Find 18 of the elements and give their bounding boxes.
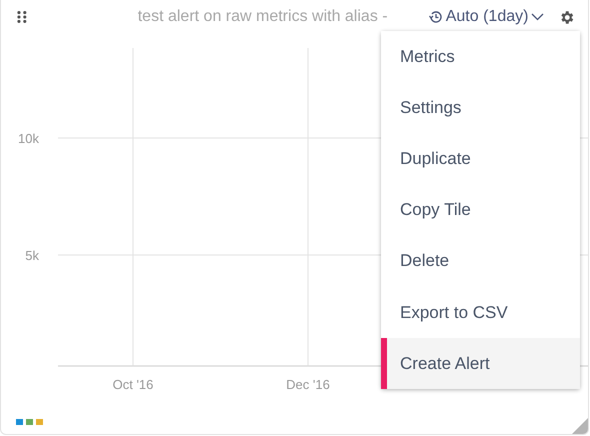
x-axis-label: Dec '16 <box>286 377 330 392</box>
resize-handle-icon[interactable] <box>572 418 588 434</box>
time-range-dropdown[interactable]: Auto (1day) <box>428 8 544 26</box>
menu-item[interactable]: Copy Tile <box>381 184 580 236</box>
y-axis-label: 5k <box>25 248 39 263</box>
x-axis-label: Oct '16 <box>112 377 154 392</box>
menu-item[interactable]: Export to CSV <box>381 286 580 338</box>
settings-icon[interactable] <box>559 8 576 26</box>
drag-handle-icon[interactable] <box>17 11 27 23</box>
tile-title: test alert on raw metrics with alias - <box>138 8 389 26</box>
menu-item[interactable]: Duplicate <box>381 133 580 185</box>
history-icon <box>428 10 443 24</box>
menu-item[interactable]: Settings <box>381 82 580 134</box>
menu-item[interactable]: Metrics <box>381 31 580 82</box>
y-axis-label: 10k <box>18 131 39 146</box>
menu-item[interactable]: Create Alert <box>381 338 580 390</box>
menu-item[interactable]: Delete <box>381 236 580 287</box>
chevron-down-icon <box>531 13 544 21</box>
